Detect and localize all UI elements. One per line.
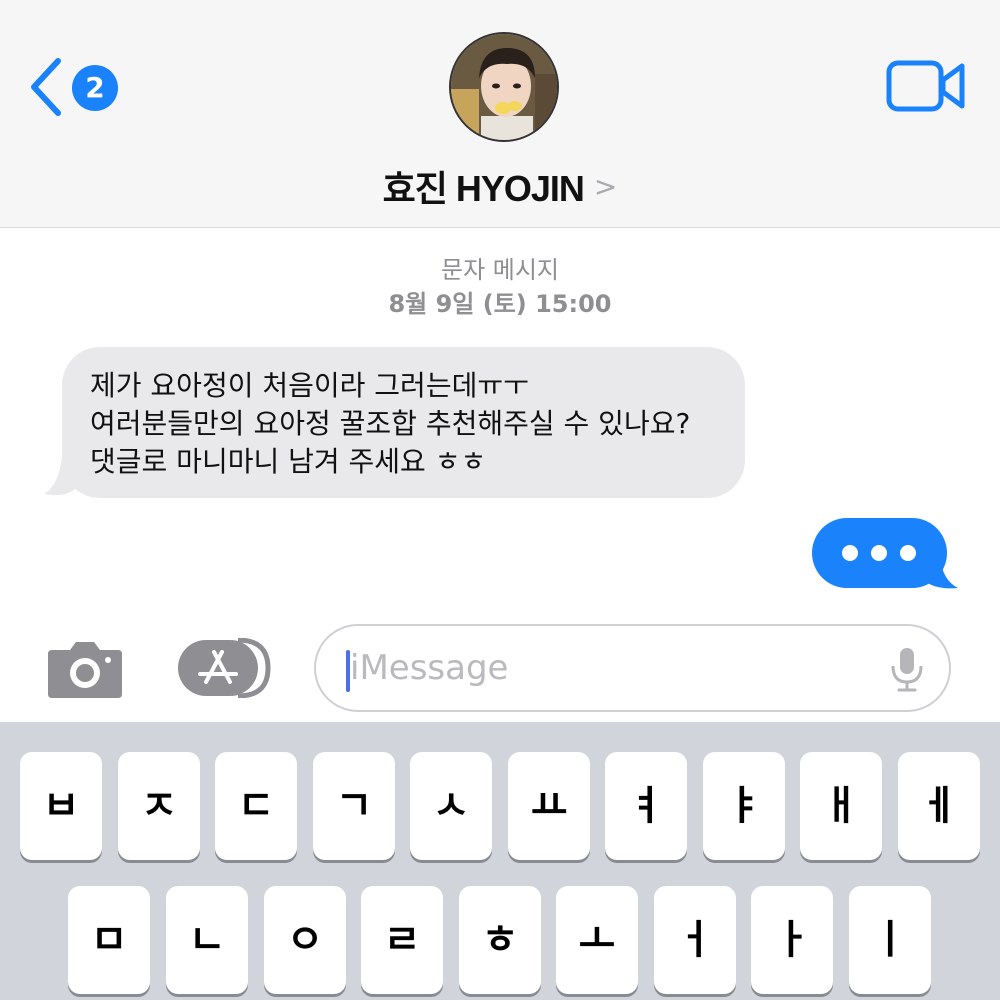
service-label: 문자 메시지 bbox=[440, 256, 560, 284]
typing-dot bbox=[871, 545, 887, 561]
app-store-icon bbox=[178, 637, 271, 699]
dictation-button[interactable] bbox=[888, 646, 926, 696]
contact-name: 효진 HYOJIN bbox=[382, 168, 585, 209]
key[interactable]: ㄱ bbox=[313, 752, 395, 860]
key[interactable]: ㅇ bbox=[264, 886, 346, 994]
key[interactable]: ㄴ bbox=[166, 886, 248, 994]
key[interactable]: ㅛ bbox=[508, 752, 590, 860]
back-button[interactable]: 2 bbox=[28, 55, 128, 119]
contact-avatar[interactable] bbox=[449, 32, 559, 142]
facetime-video-button[interactable] bbox=[886, 58, 966, 118]
key[interactable]: ㅂ bbox=[20, 752, 102, 860]
key[interactable]: ㅈ bbox=[118, 752, 200, 860]
microphone-icon bbox=[891, 648, 923, 692]
message-line: 제가 요아정이 처음이라 그러는데ㅠㅜ bbox=[90, 369, 529, 402]
typing-indicator-bubble bbox=[812, 518, 947, 588]
input-placeholder: iMessage bbox=[350, 648, 509, 688]
key[interactable]: ㅏ bbox=[751, 886, 833, 994]
chevron-left-icon bbox=[31, 58, 61, 116]
key[interactable]: ㄹ bbox=[361, 886, 443, 994]
key[interactable]: ㅅ bbox=[410, 752, 492, 860]
imessage-input[interactable]: iMessage bbox=[314, 624, 951, 712]
contact-name-row[interactable]: 효진 HYOJIN > bbox=[0, 160, 1000, 212]
conversation-header: 2 효진 HYOJIN > bbox=[0, 0, 1000, 228]
message-timestamp: 8월 9일 (토) 15:00 bbox=[388, 290, 612, 318]
key[interactable]: ㅎ bbox=[459, 886, 541, 994]
app-store-button[interactable] bbox=[176, 637, 272, 699]
chevron-right-icon: > bbox=[593, 169, 618, 203]
key[interactable]: ㅣ bbox=[849, 886, 931, 994]
message-line: 여러분들만의 요아정 꿀조합 추천해주실 수 있나요? bbox=[90, 407, 691, 440]
typing-dot bbox=[900, 545, 916, 561]
key[interactable]: ㅕ bbox=[605, 752, 687, 860]
korean-keyboard: ㅂ ㅈ ㄷ ㄱ ㅅ ㅛ ㅕ ㅑ ㅐ ㅔ ㅁ ㄴ ㅇ ㄹ ㅎ ㅗ ㅓ ㅏ ㅣ bbox=[0, 722, 1000, 1000]
key[interactable]: ㅁ bbox=[68, 886, 150, 994]
unread-count-badge: 2 bbox=[72, 65, 118, 111]
key[interactable]: ㅓ bbox=[654, 886, 736, 994]
contact-photo bbox=[451, 34, 557, 140]
typing-dot bbox=[842, 545, 858, 561]
key[interactable]: ㅑ bbox=[703, 752, 785, 860]
key[interactable]: ㄷ bbox=[215, 752, 297, 860]
video-camera-icon bbox=[886, 60, 965, 112]
key[interactable]: ㅗ bbox=[556, 886, 638, 994]
key[interactable]: ㅐ bbox=[800, 752, 882, 860]
incoming-message-bubble[interactable]: 제가 요아정이 처음이라 그러는데ㅠㅜ 여러분들만의 요아정 꿀조합 추천해주실… bbox=[62, 347, 745, 498]
key[interactable]: ㅔ bbox=[898, 752, 980, 860]
message-line: 댓글로 마니마니 남겨 주세요 ㅎㅎ bbox=[90, 445, 487, 478]
camera-button[interactable] bbox=[46, 640, 124, 698]
camera-icon bbox=[48, 642, 122, 698]
